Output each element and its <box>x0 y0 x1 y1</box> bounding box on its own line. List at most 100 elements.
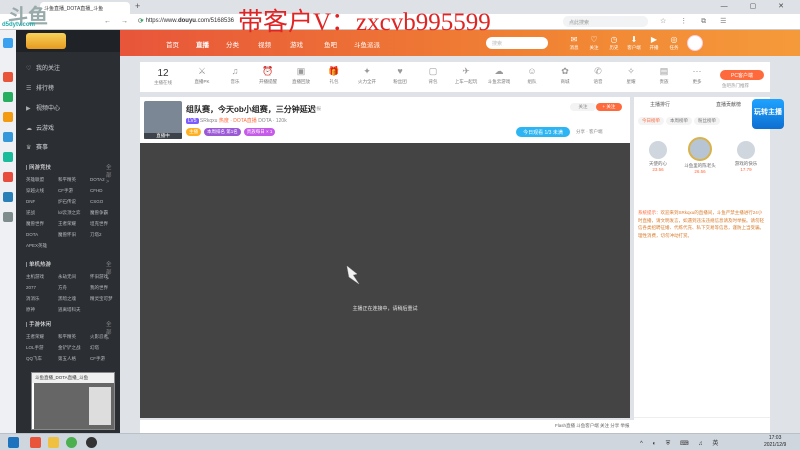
cat-gift-icon[interactable]: 🎁 礼包 <box>322 66 346 85</box>
room-badge[interactable]: 主播 <box>186 128 201 136</box>
sidebar-game-link[interactable]: 穿越火线 <box>26 188 58 194</box>
avatar[interactable] <box>687 35 703 51</box>
follow-count-pill[interactable]: 关注 <box>570 103 596 111</box>
follow-icon[interactable]: ♡ 关注 <box>585 35 603 51</box>
cat-team-icon[interactable]: ☺ 组队 <box>520 66 544 85</box>
sidebar-game-link[interactable]: QQ飞车 <box>26 356 58 362</box>
rank-subtab[interactable]: 本周榜单 <box>666 117 692 125</box>
sidebar-game-link[interactable]: 金铲铲之战 <box>58 345 90 351</box>
sidebar-game-link[interactable]: 精灵宝可梦 <box>90 296 120 302</box>
clock[interactable]: 17:03 2021/12/9 <box>764 435 786 449</box>
browser-search-input[interactable]: 点此搜索 <box>563 16 648 27</box>
cat-replay-icon[interactable]: ▣ 直播回放 <box>289 66 313 85</box>
cat-music-icon[interactable]: ♫ 音乐 <box>223 66 247 85</box>
site-search-input[interactable]: 搜索 <box>486 37 548 49</box>
sidebar-game-link[interactable]: CF手游 <box>58 188 90 194</box>
dock-app-icon[interactable] <box>3 192 13 202</box>
sidebar-game-link[interactable]: 逃离塔科夫 <box>58 307 90 313</box>
window-controls[interactable]: — ▢ ✕ <box>721 2 794 10</box>
sidebar-game-link[interactable]: 原神 <box>26 307 58 313</box>
sidebar-game-link[interactable]: 幻塔 <box>90 345 120 351</box>
sidebar-game-link[interactable]: 火影忍者 <box>90 334 120 340</box>
nav-home[interactable]: 首页 <box>166 39 179 49</box>
taskbar-app-icon[interactable] <box>86 437 97 448</box>
dock-app-icon[interactable] <box>3 152 13 162</box>
sidebar-game-link[interactable]: 永劫无间 <box>58 274 90 280</box>
taskbar-app-icon[interactable] <box>30 437 41 448</box>
sidebar-game-link[interactable]: 刀塔2 <box>90 232 120 238</box>
room-badge[interactable]: 贵族每日 × 1 <box>243 128 276 136</box>
watch-task-pill[interactable]: 今日观看 1/3 未满 <box>516 127 570 137</box>
nav-live[interactable]: 直播 <box>196 39 209 49</box>
sidebar-item-cloud[interactable]: ☁ 云游戏 <box>26 123 54 132</box>
sidebar-game-link[interactable]: 魔兽怀旧 <box>58 232 90 238</box>
sidebar-game-link[interactable]: lol云顶之弈 <box>58 210 90 216</box>
dock-app-icon[interactable] <box>3 72 13 82</box>
sidebar-game-link[interactable]: LOL手游 <box>26 345 58 351</box>
sidebar-game-link[interactable]: 王者荣耀 <box>26 334 58 340</box>
sidebar-game-link[interactable]: CSGO <box>90 199 120 205</box>
nav-video[interactable]: 视频 <box>258 39 271 49</box>
cat-pk-icon[interactable]: ⚔ 直播PK <box>190 66 214 85</box>
follow-counter[interactable]: 12 主播在线 <box>148 68 178 86</box>
rank-entry[interactable]: 斗鱼里的陈老头 26.56 <box>680 137 720 174</box>
sidebar-game-link[interactable]: CF手游 <box>90 356 120 362</box>
sidebar-game-link[interactable]: DNF <box>26 199 58 205</box>
sidebar-game-link[interactable]: 第五人格 <box>58 356 90 362</box>
rank-entry[interactable]: 天使的心 23.56 <box>638 141 678 172</box>
sidebar-game-link[interactable]: 魔兽世界 <box>26 221 58 227</box>
sidebar-item-rank[interactable]: ☰ 排行榜 <box>26 83 54 92</box>
sidebar-game-link[interactable]: 坦克世界 <box>90 221 120 227</box>
nav-yuba[interactable]: 鱼吧 <box>324 39 337 49</box>
sidebar-game-link[interactable]: 魔兽争霸 <box>90 210 120 216</box>
bottom-strip-links[interactable]: Flash直播 斗鱼客户端 关注 分享 举报 <box>555 423 630 429</box>
room-badge[interactable]: 本周排名 第1名 <box>204 128 241 136</box>
rank-subtab[interactable]: 粉丝榜单 <box>694 117 720 125</box>
sidebar-game-link[interactable]: 我的世界 <box>90 285 120 291</box>
sidebar-item-assets[interactable]: ♛ 赛事 <box>26 142 48 151</box>
system-tray[interactable]: ^ ◐ ⛨ ⌨ ♫ 英 <box>640 438 722 448</box>
rank-subtab[interactable]: 今日榜单 <box>638 117 664 125</box>
nav-paipai[interactable]: 斗鱼派派 <box>354 39 380 49</box>
sidebar-game-link[interactable]: APEX英雄 <box>26 243 58 249</box>
browser-tab[interactable]: 斗鱼直播_DOTA直播_斗鱼 <box>40 2 130 14</box>
dock-app-icon[interactable] <box>3 132 13 142</box>
cat-more-icon[interactable]: ⋯ 更多 <box>685 66 709 85</box>
taskbar-preview-card[interactable]: 斗鱼直播_DOTA直播_斗鱼 <box>31 372 115 430</box>
report-link[interactable]: 举报 <box>312 106 321 112</box>
dock-app-icon[interactable] <box>3 172 13 182</box>
tab-anchor-rank[interactable]: 主播排行 <box>650 101 670 108</box>
cat-bag-icon[interactable]: ▢ 背包 <box>421 66 445 85</box>
message-icon[interactable]: ✉ 消息 <box>565 35 583 51</box>
sidebar-game-link[interactable]: 逆战 <box>26 210 58 216</box>
live-icon[interactable]: ▶ 开播 <box>645 35 663 51</box>
room-thumbnail[interactable]: 直播中 <box>144 101 182 139</box>
cat-fire-icon[interactable]: ✦ 火力全开 <box>355 66 379 85</box>
dock-app-icon[interactable] <box>3 112 13 122</box>
dock-app-icon[interactable] <box>3 212 13 222</box>
sidebar-game-link[interactable]: DOTA <box>26 232 58 238</box>
sidebar-game-link[interactable]: 2077 <box>26 285 58 291</box>
sidebar-game-link[interactable]: 方舟 <box>58 285 90 291</box>
sidebar-game-link[interactable]: 炉石传说 <box>58 199 90 205</box>
cat-star-icon[interactable]: ✧ 星耀 <box>619 66 643 85</box>
client-icon[interactable]: ⬇ 客户端 <box>625 35 643 51</box>
rank-entry[interactable]: 游戏的快乐 17.79 <box>726 141 766 172</box>
sidebar-item-follow[interactable]: ♡ 我的关注 <box>26 63 60 72</box>
sidebar-game-link[interactable]: CFHD <box>90 188 120 194</box>
cat-fans-icon[interactable]: ♥ 粉丝团 <box>388 66 412 85</box>
sidebar-game-link[interactable]: DOTA2 <box>90 177 120 183</box>
task-icon[interactable]: ◎ 任务 <box>665 35 683 51</box>
sidebar-game-link[interactable]: 怀旧游戏 <box>90 274 120 280</box>
new-tab-icon[interactable]: + <box>135 1 140 11</box>
anchor-name[interactable]: SRkqxu <box>200 118 218 124</box>
history-icon[interactable]: ◷ 历史 <box>605 35 623 51</box>
sidebar-game-link[interactable]: 英雄联盟 <box>26 177 58 183</box>
cat-card-icon[interactable]: ▤ 贵族 <box>652 66 676 85</box>
cat-chat-icon[interactable]: ✆ 语音 <box>586 66 610 85</box>
sidebar-game-link[interactable]: 王者荣耀 <box>58 221 90 227</box>
sidebar-game-link[interactable]: 黑暗之魂 <box>58 296 90 302</box>
nav-category[interactable]: 分类 <box>226 39 239 49</box>
extension-icons[interactable]: ☆ ⋮ ⧉ ☰ <box>660 17 732 26</box>
dock-app-icon[interactable] <box>3 38 13 48</box>
